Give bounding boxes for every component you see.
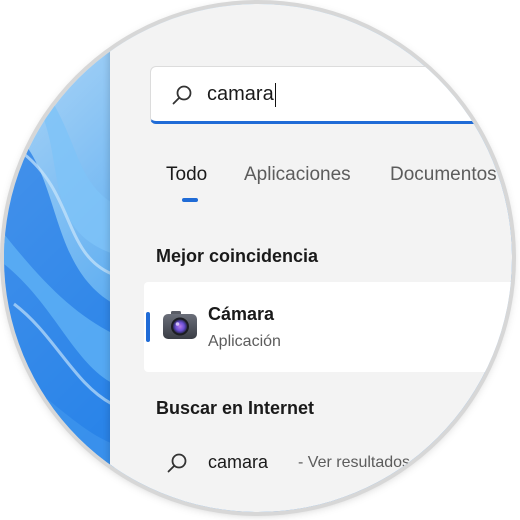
tab-aplicaciones[interactable]: Aplicaciones <box>244 164 351 186</box>
tab-todo[interactable]: Todo <box>166 164 207 186</box>
search-input[interactable]: camara <box>207 79 276 109</box>
web-search-heading: Buscar en Internet <box>156 398 315 418</box>
start-search-panel: camara Todo Aplicaciones Documentos Mejo… <box>110 4 512 512</box>
best-match-result[interactable]: Cámara Aplicación <box>144 282 512 372</box>
active-tab-indicator <box>182 198 198 202</box>
app-name: Cámara <box>208 304 275 324</box>
next-result-partial-icon <box>169 505 193 512</box>
app-type: Aplicación <box>208 333 281 350</box>
web-query-text: camara <box>208 452 269 472</box>
selection-indicator <box>146 312 150 342</box>
search-box[interactable]: camara <box>150 66 512 124</box>
tab-documentos[interactable]: Documentos <box>390 164 497 186</box>
text-caret <box>274 82 276 107</box>
search-query-text: camara <box>207 83 274 105</box>
web-results-hint: - Ver resultados web <box>298 454 444 471</box>
best-match-heading: Mejor coincidencia <box>156 246 319 266</box>
zoom-circle: camara Todo Aplicaciones Documentos Mejo… <box>4 4 512 512</box>
search-icon <box>172 85 192 105</box>
camera-icon <box>163 311 197 339</box>
search-icon <box>167 453 187 473</box>
